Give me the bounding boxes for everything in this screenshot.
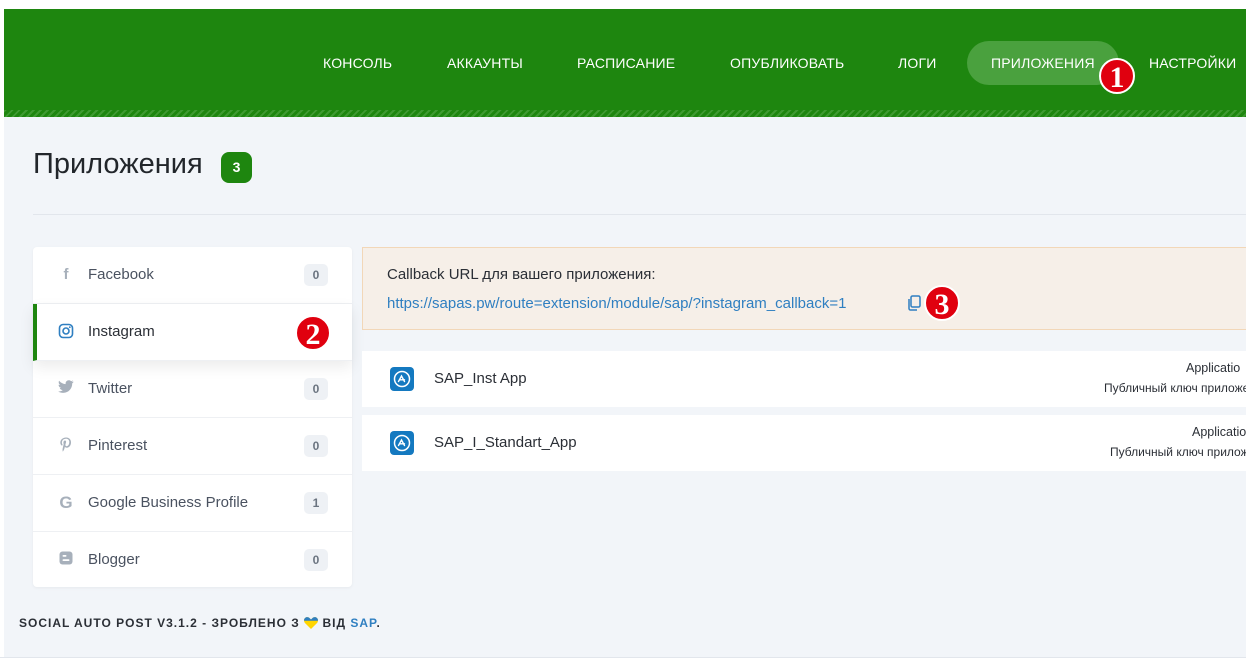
sidebar-item-facebook[interactable]: f Facebook 0 bbox=[33, 247, 352, 304]
main-nav: КОНСОЛЬ АККАУНТЫ РАСПИСАНИЕ ОПУБЛИКОВАТЬ… bbox=[4, 41, 1246, 85]
app-public-key-label: Публичный ключ приложе bbox=[1104, 381, 1246, 395]
google-icon: G bbox=[59, 493, 73, 512]
nav-apps[interactable]: ПРИЛОЖЕНИЯ bbox=[967, 41, 1119, 85]
sidebar-item-count: 0 bbox=[304, 435, 328, 457]
pinterest-icon bbox=[57, 437, 75, 455]
app-public-key-label: Публичный ключ прилож bbox=[1110, 445, 1246, 459]
app-meta-title: Applicatio bbox=[1192, 425, 1246, 439]
callback-url-link[interactable]: https://sapas.pw/route=extension/module/… bbox=[387, 295, 846, 312]
copy-icon[interactable] bbox=[907, 295, 923, 313]
twitter-icon bbox=[57, 380, 75, 398]
sidebar-item-count: 0 bbox=[304, 264, 328, 286]
sidebar-item-count: 0 bbox=[304, 549, 328, 571]
app-name: SAP_I_Standart_App bbox=[434, 434, 577, 451]
sidebar-item-label: Facebook bbox=[88, 266, 154, 283]
sidebar-item-count: 1 bbox=[304, 492, 328, 514]
sidebar-item-label: Twitter bbox=[88, 380, 133, 397]
callback-label: Callback URL для вашего приложения: bbox=[387, 266, 656, 283]
sidebar-item-label: Pinterest bbox=[88, 437, 148, 454]
apps-count-badge: 3 bbox=[221, 152, 252, 183]
sidebar-item-google-business[interactable]: G Google Business Profile 1 bbox=[33, 475, 352, 532]
page-title: Приложения bbox=[33, 148, 203, 180]
sidebar-item-count: 0 bbox=[304, 378, 328, 400]
instagram-icon bbox=[57, 323, 75, 341]
sidebar-item-label: Google Business Profile bbox=[88, 494, 249, 511]
callout-marker-1: 1 bbox=[1099, 58, 1135, 94]
callback-url-box: Callback URL для вашего приложения: http… bbox=[362, 247, 1246, 330]
navbar-stripe bbox=[4, 110, 1246, 117]
footer: SOCIAL AUTO POST V3.1.2 - ЗРОБЛЕНО З ВІД… bbox=[19, 616, 381, 632]
sidebar-item-label: Instagram bbox=[88, 323, 155, 340]
sidebar-item-pinterest[interactable]: Pinterest 0 bbox=[33, 418, 352, 475]
sidebar-item-twitter[interactable]: Twitter 0 bbox=[33, 361, 352, 418]
callout-marker-3: 3 bbox=[924, 285, 960, 321]
blogger-icon bbox=[57, 551, 75, 569]
nav-logs[interactable]: ЛОГИ bbox=[898, 41, 937, 85]
sidebar-item-blogger[interactable]: Blogger 0 bbox=[33, 532, 352, 589]
sidebar-item-label: Blogger bbox=[88, 551, 140, 568]
heart-icon bbox=[304, 617, 319, 632]
app-meta-title: Applicatio bbox=[1186, 361, 1241, 375]
top-navbar: КОНСОЛЬ АККАУНТЫ РАСПИСАНИЕ ОПУБЛИКОВАТЬ… bbox=[4, 9, 1246, 117]
app-store-icon bbox=[390, 431, 414, 455]
bottom-divider bbox=[0, 657, 1246, 658]
app-name: SAP_Inst App bbox=[434, 370, 527, 387]
title-divider bbox=[33, 214, 1246, 215]
facebook-icon: f bbox=[63, 266, 69, 283]
nav-accounts[interactable]: АККАУНТЫ bbox=[447, 41, 523, 85]
nav-settings[interactable]: НАСТРОЙКИ bbox=[1149, 41, 1236, 85]
app-row-sap-inst[interactable]: SAP_Inst App Applicatio Публичный ключ п… bbox=[362, 351, 1246, 407]
social-network-sidebar: f Facebook 0 Instagram Twitter 0 Pintere… bbox=[33, 247, 352, 587]
footer-dot: . bbox=[376, 616, 381, 630]
footer-text: SOCIAL AUTO POST V3.1.2 - ЗРОБЛЕНО З bbox=[19, 616, 300, 630]
app-row-sap-standart[interactable]: SAP_I_Standart_App Applicatio Публичный … bbox=[362, 415, 1246, 471]
nav-console[interactable]: КОНСОЛЬ bbox=[323, 41, 392, 85]
nav-publish[interactable]: ОПУБЛИКОВАТЬ bbox=[730, 41, 844, 85]
app-store-icon bbox=[390, 367, 414, 391]
callout-marker-2: 2 bbox=[295, 315, 331, 351]
footer-text-from: ВІД bbox=[322, 616, 347, 630]
nav-schedule[interactable]: РАСПИСАНИЕ bbox=[577, 41, 675, 85]
footer-sap-link[interactable]: SAP bbox=[350, 616, 376, 630]
